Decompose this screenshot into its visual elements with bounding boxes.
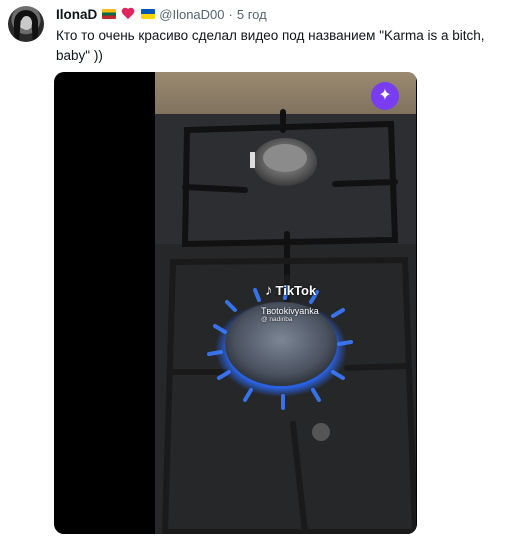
tiktok-watermark: ♪ TikTok xyxy=(265,282,316,299)
video-frame[interactable]: ✦ ♪ TikTok Tвоtokivyanka @ nadiriba xyxy=(155,72,416,534)
tweet-text-line-1: Кто то очень красиво сделал видео под на… xyxy=(56,28,485,43)
avatar[interactable] xyxy=(8,6,44,42)
author-name[interactable]: IlonaD xyxy=(56,7,97,22)
video-player[interactable]: ✦ ♪ TikTok Tвоtokivyanka @ nadiriba xyxy=(54,72,417,534)
tweet-text: Кто то очень красиво сделал видео под на… xyxy=(56,26,506,66)
stove-scene xyxy=(155,109,416,534)
ukraine-flag-icon xyxy=(141,9,156,19)
tiktok-note-icon: ♪ xyxy=(265,282,273,299)
tiktok-subusername: @ nadiriba xyxy=(261,316,293,323)
avatar-face xyxy=(21,16,32,30)
tweet-header: IlonaD @IlonaD00 · 5 год xyxy=(56,5,267,23)
sparkle-icon[interactable]: ✦ xyxy=(371,82,399,110)
separator-dot: · xyxy=(228,6,233,22)
tweet-text-line-2: baby" )) xyxy=(56,48,103,63)
tiktok-brand: TikTok xyxy=(275,283,317,298)
tiktok-username: Tвоtokivyanka xyxy=(261,306,319,316)
author-handle[interactable]: @IlonaD00 xyxy=(159,7,224,22)
lithuania-flag-icon xyxy=(102,9,117,19)
red-heart-icon xyxy=(121,8,135,20)
tweet-timestamp[interactable]: 5 год xyxy=(237,7,267,22)
